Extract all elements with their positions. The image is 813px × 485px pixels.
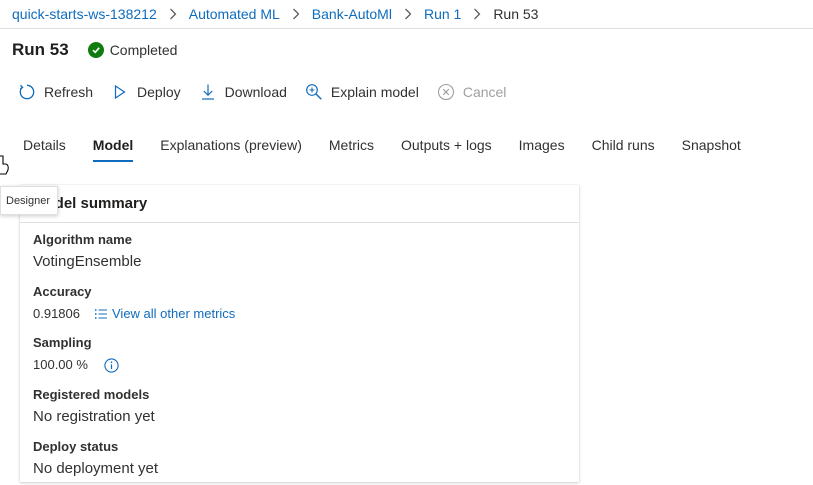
cancel-button[interactable]: Cancel bbox=[437, 83, 507, 101]
deploy-button[interactable]: Deploy bbox=[111, 83, 181, 101]
info-icon[interactable] bbox=[104, 357, 119, 373]
sampling-label: Sampling bbox=[33, 335, 92, 350]
play-icon bbox=[111, 83, 129, 101]
tab-bar: Details Model Explanations (preview) Met… bbox=[23, 132, 768, 168]
registered-models-field: Registered models No registration yet bbox=[33, 386, 155, 427]
list-icon bbox=[94, 308, 108, 320]
model-summary-card: Model summary Algorithm name VotingEnsem… bbox=[20, 185, 579, 482]
refresh-button[interactable]: Refresh bbox=[18, 83, 93, 101]
toolbar: Refresh Deploy Download Explain model Ca… bbox=[18, 81, 524, 103]
cancel-circle-icon bbox=[437, 83, 455, 101]
designer-tooltip: Designer bbox=[0, 186, 58, 215]
breadcrumb-parent-run[interactable]: Run 1 bbox=[424, 6, 461, 22]
card-title: Model summary bbox=[20, 185, 579, 223]
cancel-label: Cancel bbox=[462, 84, 507, 100]
registered-models-label: Registered models bbox=[33, 387, 150, 402]
breadcrumb-workspace[interactable]: quick-starts-ws-138212 bbox=[12, 6, 157, 22]
breadcrumb-experiment[interactable]: Bank-AutoMl bbox=[312, 6, 392, 22]
status-badge: Completed bbox=[87, 42, 178, 58]
tab-outputs-logs[interactable]: Outputs + logs bbox=[401, 132, 492, 162]
sampling-value: 100.00 % bbox=[33, 357, 88, 372]
download-label: Download bbox=[224, 84, 287, 100]
chevron-right-icon bbox=[169, 8, 177, 20]
accuracy-value: 0.91806 bbox=[33, 306, 80, 321]
chevron-right-icon bbox=[404, 8, 412, 20]
deploy-status-label: Deploy status bbox=[33, 439, 119, 454]
status-text: Completed bbox=[109, 42, 178, 58]
breadcrumb-automated-ml[interactable]: Automated ML bbox=[189, 6, 280, 22]
tab-images[interactable]: Images bbox=[519, 132, 565, 162]
title-row: Run 53 Completed bbox=[12, 40, 177, 60]
tab-explanations[interactable]: Explanations (preview) bbox=[160, 132, 302, 162]
accuracy-label: Accuracy bbox=[33, 284, 92, 299]
page-title: Run 53 bbox=[12, 40, 69, 59]
view-metrics-link[interactable]: View all other metrics bbox=[94, 304, 235, 324]
view-metrics-label: View all other metrics bbox=[112, 306, 236, 321]
explain-model-button[interactable]: Explain model bbox=[305, 83, 419, 101]
refresh-icon bbox=[18, 83, 36, 101]
algorithm-field: Algorithm name VotingEnsemble bbox=[33, 231, 141, 272]
deploy-status-value: No deployment yet bbox=[33, 460, 159, 477]
tab-metrics[interactable]: Metrics bbox=[329, 132, 374, 162]
hand-cursor-icon bbox=[0, 154, 10, 181]
registered-models-value: No registration yet bbox=[33, 408, 155, 425]
chevron-right-icon bbox=[473, 8, 481, 20]
explain-model-label: Explain model bbox=[330, 84, 419, 100]
chevron-right-icon bbox=[292, 8, 300, 20]
zoom-search-icon bbox=[305, 83, 323, 101]
tab-model[interactable]: Model bbox=[92, 132, 134, 162]
sampling-field: Sampling 100.00 % bbox=[33, 334, 119, 375]
algorithm-value: VotingEnsemble bbox=[33, 253, 142, 270]
tab-snapshot[interactable]: Snapshot bbox=[682, 132, 741, 162]
deploy-label: Deploy bbox=[137, 84, 181, 100]
breadcrumb: quick-starts-ws-138212 Automated ML Bank… bbox=[0, 0, 813, 29]
refresh-label: Refresh bbox=[44, 84, 94, 100]
download-button[interactable]: Download bbox=[199, 83, 287, 101]
deploy-status-field: Deploy status No deployment yet bbox=[33, 438, 158, 479]
tab-details[interactable]: Details bbox=[23, 132, 66, 162]
breadcrumb-current-run: Run 53 bbox=[493, 6, 539, 22]
download-icon bbox=[199, 83, 217, 101]
accuracy-field: Accuracy 0.91806 View all other metrics bbox=[33, 283, 235, 324]
tab-child-runs[interactable]: Child runs bbox=[592, 132, 655, 162]
algorithm-label: Algorithm name bbox=[33, 232, 132, 247]
checkmark-circle-icon bbox=[87, 42, 104, 58]
